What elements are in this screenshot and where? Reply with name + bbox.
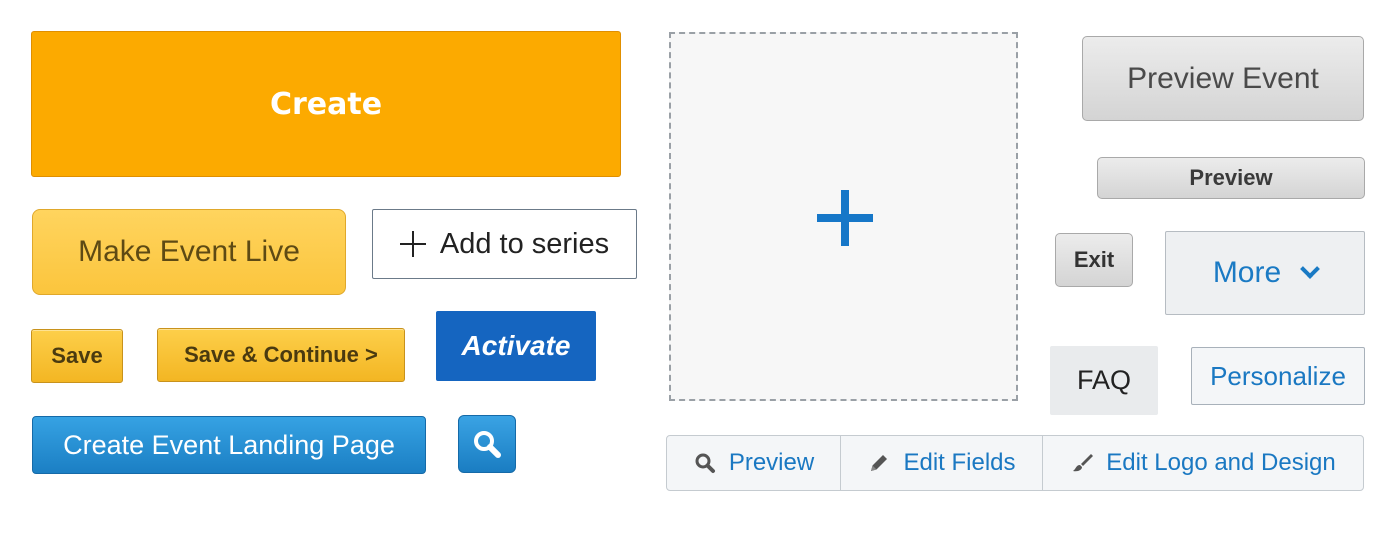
chevron-down-icon	[1300, 259, 1321, 279]
faq-label: FAQ	[1076, 365, 1131, 395]
editor-toolbar: Preview Edit Fields Edit Logo and Design	[666, 435, 1364, 491]
add-to-series-button[interactable]: Add to series	[372, 209, 637, 279]
plus-icon	[399, 231, 426, 257]
preview-event-label: Preview Event	[1127, 61, 1319, 95]
create-button[interactable]: Create	[31, 31, 621, 177]
search-icon	[695, 453, 715, 473]
plus-icon	[817, 190, 873, 246]
toolbar-preview-label: Preview	[728, 449, 815, 476]
activate-label: Activate	[461, 330, 571, 361]
toolbar-edit-logo-button[interactable]: Edit Logo and Design	[1043, 436, 1363, 490]
save-button[interactable]: Save	[31, 329, 123, 383]
search-icon	[474, 431, 501, 458]
upload-dropzone[interactable]	[669, 32, 1018, 401]
search-button[interactable]	[458, 415, 516, 473]
more-label: More	[1212, 256, 1282, 289]
toolbar-edit-logo-label: Edit Logo and Design	[1106, 449, 1336, 476]
save-label: Save	[51, 343, 103, 368]
add-to-series-label: Add to series	[439, 227, 610, 260]
personalize-label: Personalize	[1210, 360, 1346, 391]
pencil-icon	[871, 455, 888, 471]
brush-icon	[1073, 454, 1094, 472]
personalize-button[interactable]: Personalize	[1191, 347, 1365, 405]
more-dropdown-button[interactable]: More	[1165, 231, 1365, 315]
landing-page-label: Create Event Landing Page	[63, 429, 395, 460]
create-event-landing-page-button[interactable]: Create Event Landing Page	[32, 416, 426, 474]
toolbar-edit-fields-button[interactable]: Edit Fields	[841, 436, 1043, 490]
save-continue-label: Save & Continue >	[184, 342, 378, 367]
faq-button[interactable]: FAQ	[1050, 346, 1158, 415]
make-event-live-button[interactable]: Make Event Live	[32, 209, 346, 295]
preview-button[interactable]: Preview	[1097, 157, 1365, 199]
activate-button[interactable]: Activate	[436, 311, 596, 381]
save-continue-button[interactable]: Save & Continue >	[157, 328, 405, 382]
make-event-live-label: Make Event Live	[78, 235, 300, 268]
exit-button[interactable]: Exit	[1055, 233, 1133, 287]
toolbar-preview-button[interactable]: Preview	[667, 436, 841, 490]
preview-event-button[interactable]: Preview Event	[1082, 36, 1364, 121]
exit-label: Exit	[1073, 247, 1115, 272]
create-button-label: Create	[269, 86, 383, 122]
toolbar-edit-fields-label: Edit Fields	[903, 449, 1016, 476]
preview-label: Preview	[1189, 165, 1273, 190]
